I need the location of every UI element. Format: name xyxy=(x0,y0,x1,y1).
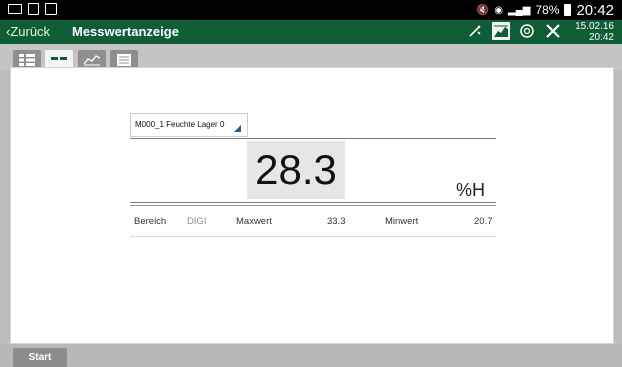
sensor-icon[interactable] xyxy=(518,22,536,40)
app-date: 15.02.16 xyxy=(575,21,614,32)
chart-icon xyxy=(83,55,101,66)
range-label: Bereich xyxy=(134,216,167,227)
min-label: Minwert xyxy=(385,216,419,227)
divider xyxy=(130,236,496,237)
mute-icon: 🔇 xyxy=(476,4,490,16)
status-right: 🔇 ◉ ▂▄▆ 78% 20:42 xyxy=(477,0,614,20)
divider xyxy=(130,202,496,203)
probe-icon[interactable] xyxy=(466,22,484,40)
page-title: Messwertanzeige xyxy=(72,24,179,39)
signal-icon: ▂▄▆ xyxy=(507,4,531,16)
max-value: 33.3 xyxy=(327,216,346,227)
status-notifications xyxy=(8,3,57,15)
single-value-icon xyxy=(51,57,67,60)
measure-chart-icon[interactable] xyxy=(492,22,510,40)
status-bar: 🔇 ◉ ▂▄▆ 78% 20:42 xyxy=(0,0,622,20)
document-icon xyxy=(28,3,39,15)
bottom-bar: Start xyxy=(0,344,622,367)
table-icon xyxy=(117,54,131,66)
channel-select-value: M000_1 Feuchte Lager 0 xyxy=(135,120,225,129)
app-bar-actions xyxy=(466,22,562,40)
wifi-icon: ◉ xyxy=(494,4,503,16)
range-value: DIGI xyxy=(187,216,207,227)
measurement-panel: M000_1 Feuchte Lager 0 28.3 %H Bereich D… xyxy=(10,67,614,344)
channel-select[interactable]: M000_1 Feuchte Lager 0 xyxy=(130,113,248,137)
tools-icon[interactable] xyxy=(544,22,562,40)
battery-percent: 78% xyxy=(535,3,560,17)
start-button[interactable]: Start xyxy=(13,348,67,367)
app-time: 20:42 xyxy=(588,32,614,43)
min-value: 20.7 xyxy=(474,216,493,227)
divider xyxy=(130,138,496,139)
battery-icon xyxy=(564,4,572,16)
status-time: 20:42 xyxy=(576,1,614,19)
measurement-value: 28.3 xyxy=(255,146,337,193)
dropdown-arrow-icon xyxy=(234,125,241,132)
list-icon xyxy=(19,54,35,66)
cast-icon xyxy=(8,4,22,14)
device-screen: 🔇 ◉ ▂▄▆ 78% 20:42 ‹Zurück Messwertanzeig… xyxy=(0,0,622,367)
date-time-display: 15.02.16 20:42 xyxy=(575,21,614,43)
measurement-unit: %H xyxy=(456,180,486,200)
image-icon xyxy=(45,3,57,15)
back-button[interactable]: ‹Zurück xyxy=(6,24,50,39)
divider xyxy=(130,205,496,206)
app-bar: ‹Zurück Messwertanzeige 15.02.16 20:42 xyxy=(0,20,622,44)
max-label: Maxwert xyxy=(236,216,272,227)
